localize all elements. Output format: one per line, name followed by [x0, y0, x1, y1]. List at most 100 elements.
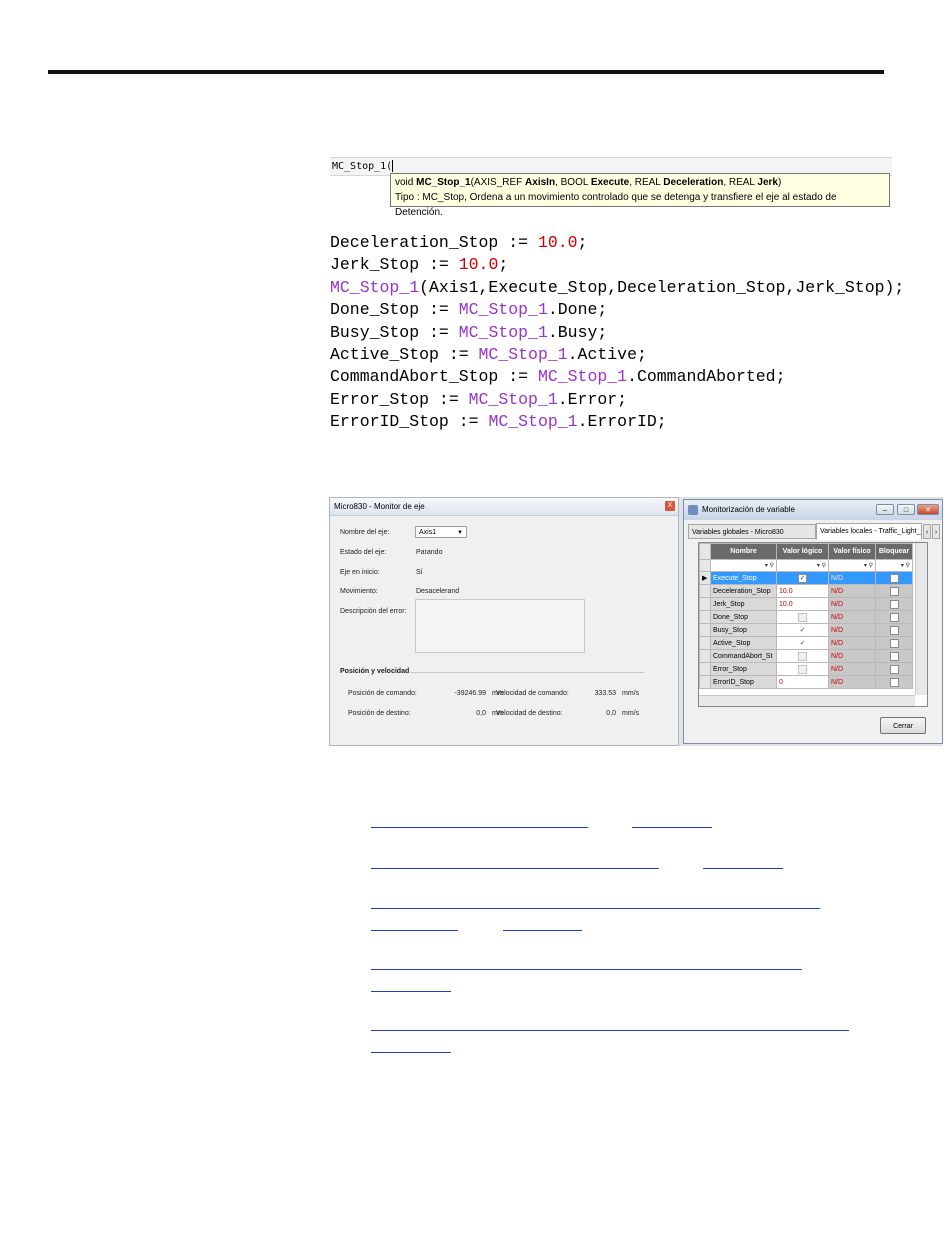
link-underline[interactable]: [371, 1030, 849, 1031]
destination-position-value: 0,0: [476, 710, 486, 717]
command-velocity-label: Velocidad de comando:: [496, 690, 569, 697]
logical-value-checkbox[interactable]: ✓: [776, 623, 829, 637]
close-icon[interactable]: X: [665, 501, 675, 511]
table-row[interactable]: ErrorID_Stop 0 N/D: [699, 675, 913, 689]
link-underline[interactable]: [371, 930, 458, 931]
row-head: [699, 649, 711, 663]
physical-value: N/D: [828, 571, 876, 585]
link-underline[interactable]: [371, 1052, 451, 1053]
physical-value: N/D: [828, 623, 876, 637]
logical-value-checkbox[interactable]: [776, 649, 829, 663]
row-head: [699, 662, 711, 676]
logical-value-checkbox[interactable]: [776, 610, 829, 624]
logical-value[interactable]: 10.0: [776, 584, 829, 598]
link-underline[interactable]: [371, 991, 451, 992]
lock-checkbox[interactable]: [875, 623, 913, 637]
lock-checkbox[interactable]: [875, 610, 913, 624]
link-underline[interactable]: [703, 868, 783, 869]
variable-name: CommandAbort_St: [710, 649, 777, 663]
row-head: [699, 597, 711, 611]
lock-checkbox[interactable]: [875, 597, 913, 611]
link-underline[interactable]: [503, 930, 582, 931]
motion-value: Desacelerand: [416, 588, 460, 595]
logical-value[interactable]: 10.0: [776, 597, 829, 611]
lock-checkbox[interactable]: [875, 662, 913, 676]
column-header-name[interactable]: Nombre: [710, 543, 777, 560]
logical-value-checkbox[interactable]: [776, 662, 829, 676]
axis-home-label: Eje en inicio:: [340, 569, 380, 576]
vertical-scrollbar[interactable]: [915, 543, 927, 695]
variable-monitor-titlebar: Monitorización de variable – □ ✕: [684, 500, 942, 520]
physical-value: N/D: [828, 649, 876, 663]
link-underline[interactable]: [371, 969, 802, 970]
link-underline[interactable]: [371, 827, 588, 828]
physical-value: N/D: [828, 597, 876, 611]
table-row[interactable]: CommandAbort_St N/D: [699, 649, 913, 663]
table-row[interactable]: Done_Stop N/D: [699, 610, 913, 624]
lock-checkbox[interactable]: [875, 636, 913, 650]
code-line: ErrorID_Stop := MC_Stop_1.ErrorID;: [330, 412, 667, 432]
code-line: Error_Stop := MC_Stop_1.Error;: [330, 389, 628, 409]
variable-name: Jerk_Stop: [710, 597, 777, 611]
destination-velocity-value: 0,0: [606, 710, 616, 717]
lock-checkbox[interactable]: [875, 584, 913, 598]
close-button[interactable]: Cerrar: [880, 717, 926, 734]
lock-checkbox[interactable]: [875, 571, 913, 585]
row-pointer-icon: ▶: [699, 571, 711, 585]
minimize-icon[interactable]: –: [876, 504, 894, 515]
filter-row: ▾ ⚲ ▾ ⚲ ▾ ⚲ ▾ ⚲: [699, 559, 913, 572]
variable-name: Error_Stop: [710, 662, 777, 676]
command-position-value: -39246.99: [454, 690, 486, 697]
link-underline[interactable]: [632, 827, 712, 828]
logical-value-checkbox[interactable]: ✓: [776, 571, 829, 585]
axis-state-value: Parando: [416, 549, 443, 556]
column-header-lock[interactable]: Bloquear: [875, 543, 913, 560]
logical-value-checkbox[interactable]: ✓: [776, 636, 829, 650]
column-header-logical[interactable]: Valor lógico: [776, 543, 829, 560]
horizontal-scrollbar[interactable]: [699, 695, 915, 706]
variable-name: Done_Stop: [710, 610, 777, 624]
tab-scroll-left-icon[interactable]: ‹: [923, 524, 931, 539]
lock-checkbox[interactable]: [875, 649, 913, 663]
axis-name-select[interactable]: Axis1 ▼: [415, 526, 467, 538]
close-icon[interactable]: ✕: [917, 504, 939, 515]
code-line: CommandAbort_Stop := MC_Stop_1.CommandAb…: [330, 367, 786, 387]
variable-monitor-title: Monitorización de variable: [702, 505, 795, 514]
axis-state-label: Estado del eje:: [340, 549, 387, 556]
table-row[interactable]: Busy_Stop ✓ N/D: [699, 623, 913, 637]
physical-value: N/D: [828, 610, 876, 624]
table-row[interactable]: Active_Stop ✓ N/D: [699, 636, 913, 650]
variable-table: Nombre Valor lógico Valor físico Bloquea…: [699, 543, 913, 689]
tab-scroll-right-icon[interactable]: ›: [932, 524, 940, 539]
filter-icon[interactable]: ▾ ⚲: [710, 559, 777, 572]
table-row[interactable]: Deceleration_Stop 10.0 N/D: [699, 584, 913, 598]
row-head: [699, 623, 711, 637]
tab-local-variables[interactable]: Variables locales - Traffic_Light_Contro…: [816, 523, 922, 540]
lock-checkbox[interactable]: [875, 675, 913, 689]
logical-value[interactable]: 0: [776, 675, 829, 689]
table-row[interactable]: ▶ Execute_Stop ✓ N/D: [699, 571, 913, 585]
row-head: [699, 584, 711, 598]
filter-icon[interactable]: ▾ ⚲: [828, 559, 876, 572]
variable-name: ErrorID_Stop: [710, 675, 777, 689]
code-line: Done_Stop := MC_Stop_1.Done;: [330, 300, 608, 320]
axis-monitor-titlebar: Micro830 - Monitor de eje X: [330, 498, 678, 516]
table-row[interactable]: Jerk_Stop 10.0 N/D: [699, 597, 913, 611]
command-position-label: Posición de comando:: [348, 690, 417, 697]
code-line: Deceleration_Stop := 10.0;: [330, 233, 588, 252]
header-rule: [48, 70, 884, 74]
filter-icon[interactable]: ▾ ⚲: [776, 559, 829, 572]
column-header-physical[interactable]: Valor físico: [828, 543, 876, 560]
physical-value: N/D: [828, 675, 876, 689]
chevron-down-icon: ▼: [457, 530, 463, 536]
table-row[interactable]: Error_Stop N/D: [699, 662, 913, 676]
row-head: [699, 636, 711, 650]
code-line: Jerk_Stop := 10.0;: [330, 255, 509, 275]
filter-icon[interactable]: ▾ ⚲: [875, 559, 913, 572]
maximize-icon[interactable]: □: [897, 504, 915, 515]
command-velocity-value: 333.53: [594, 690, 616, 697]
link-underline[interactable]: [371, 908, 820, 909]
tab-global-variables[interactable]: Variables globales - Micro830: [688, 524, 816, 539]
link-underline[interactable]: [371, 868, 659, 869]
variable-name: Deceleration_Stop: [710, 584, 777, 598]
